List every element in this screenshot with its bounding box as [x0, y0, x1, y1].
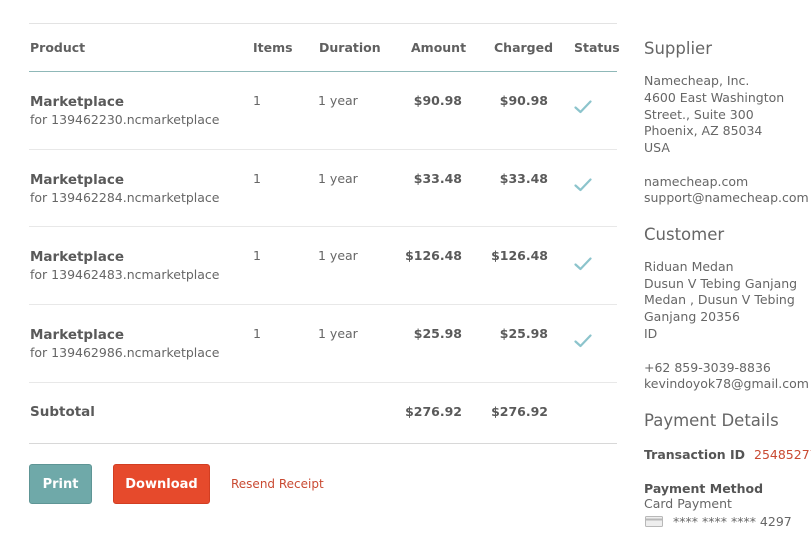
- header-status: Status: [574, 40, 620, 55]
- supplier-country: USA: [644, 140, 670, 155]
- row-divider: [29, 149, 617, 150]
- amount: $25.98: [413, 326, 462, 341]
- credit-card-icon: [645, 516, 663, 527]
- supplier-city: Phoenix, AZ 85034: [644, 123, 763, 138]
- product-name: Marketplace: [30, 172, 124, 188]
- product-detail: for 139462230.ncmarketplace: [30, 112, 220, 127]
- row-divider: [29, 304, 617, 305]
- product-name: Marketplace: [30, 249, 124, 265]
- amount: $33.48: [413, 171, 462, 186]
- items-count: 1: [253, 171, 261, 186]
- resend-receipt-link[interactable]: Resend Receipt: [231, 477, 324, 491]
- items-count: 1: [253, 326, 261, 341]
- header-amount: Amount: [411, 40, 467, 55]
- print-button[interactable]: Print: [29, 464, 92, 504]
- duration: 1 year: [318, 93, 358, 108]
- transaction-id-value: 25485277: [754, 447, 811, 462]
- header-duration: Duration: [319, 40, 381, 55]
- items-count: 1: [253, 93, 261, 108]
- charged: $25.98: [499, 326, 548, 341]
- duration: 1 year: [318, 171, 358, 186]
- check-icon: [574, 178, 592, 192]
- supplier-heading: Supplier: [644, 39, 712, 58]
- customer-address-line2: Medan , Dusun V Tebing: [644, 292, 795, 307]
- customer-country: ID: [644, 326, 658, 341]
- top-divider: [29, 23, 617, 24]
- amount: $126.48: [405, 248, 462, 263]
- product-name: Marketplace: [30, 327, 124, 343]
- header-charged: Charged: [494, 40, 554, 55]
- supplier-website: namecheap.com: [644, 174, 749, 189]
- row-divider: [29, 226, 617, 227]
- check-icon: [574, 100, 592, 114]
- payment-heading: Payment Details: [644, 411, 779, 430]
- check-icon: [574, 257, 592, 271]
- customer-address-line3: Ganjang 20356: [644, 309, 740, 324]
- amount: $90.98: [413, 93, 462, 108]
- product-detail: for 139462483.ncmarketplace: [30, 267, 220, 282]
- customer-email: kevindoyok78@gmail.com: [644, 376, 809, 391]
- payment-method-label: Payment Method: [644, 481, 764, 496]
- duration: 1 year: [318, 248, 358, 263]
- header-items: Items: [253, 40, 293, 55]
- row-divider: [29, 382, 617, 383]
- product-detail: for 139462284.ncmarketplace: [30, 190, 220, 205]
- subtotal-amount: $276.92: [405, 404, 462, 419]
- customer-phone: +62 859-3039-8836: [644, 360, 771, 375]
- charged: $126.48: [491, 248, 548, 263]
- duration: 1 year: [318, 326, 358, 341]
- product-detail: for 139462986.ncmarketplace: [30, 345, 220, 360]
- card-number: **** **** **** 4297: [673, 514, 792, 529]
- charged: $33.48: [499, 171, 548, 186]
- supplier-address-line2: Street., Suite 300: [644, 107, 754, 122]
- customer-address-line1: Dusun V Tebing Ganjang: [644, 276, 798, 291]
- customer-name: Riduan Medan: [644, 259, 734, 274]
- customer-heading: Customer: [644, 225, 725, 244]
- supplier-name: Namecheap, Inc.: [644, 73, 750, 88]
- transaction-id-label: Transaction ID: [644, 447, 746, 462]
- payment-method-value: Card Payment: [644, 496, 732, 511]
- items-count: 1: [253, 248, 261, 263]
- download-button[interactable]: Download: [113, 464, 210, 504]
- header-product: Product: [30, 40, 86, 55]
- supplier-address-line1: 4600 East Washington: [644, 90, 785, 105]
- product-name: Marketplace: [30, 94, 124, 110]
- subtotal-label: Subtotal: [30, 404, 95, 420]
- subtotal-charged: $276.92: [491, 404, 548, 419]
- charged: $90.98: [499, 93, 548, 108]
- table-bottom-divider: [29, 443, 617, 444]
- check-icon: [574, 334, 592, 348]
- header-divider: [29, 71, 617, 72]
- supplier-email: support@namecheap.com: [644, 190, 809, 205]
